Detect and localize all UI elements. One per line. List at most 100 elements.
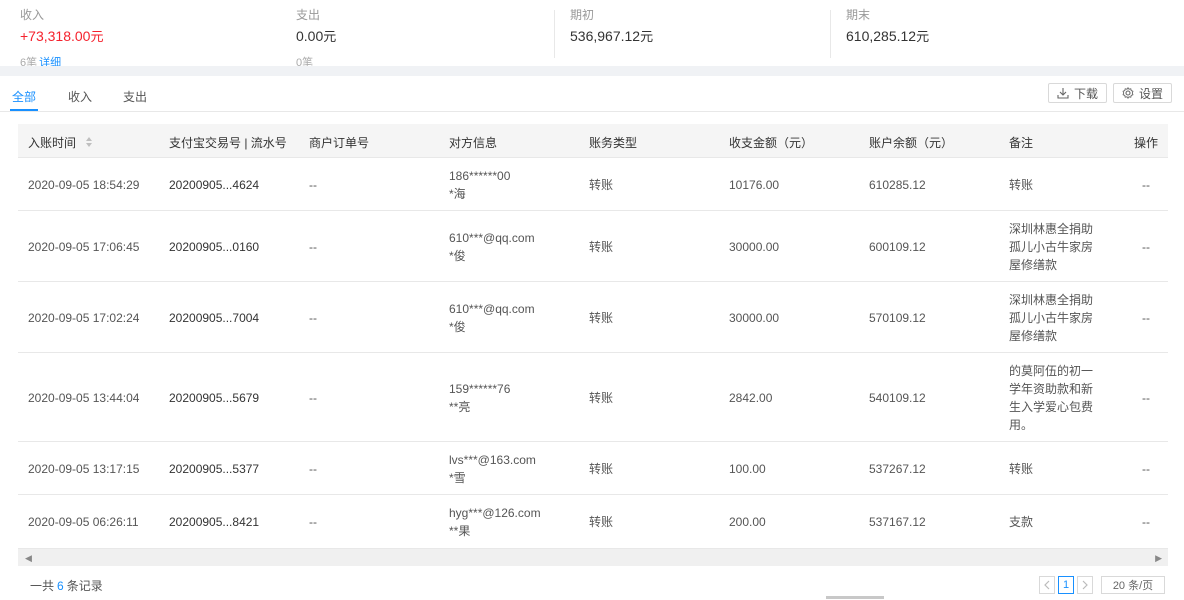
cell-order-no: -- — [309, 240, 317, 254]
cell-time: 2020-09-05 17:06:45 — [28, 240, 140, 254]
cell-remark: 深圳林惠全捐助孤儿小古牛家房屋修缮款 — [1009, 222, 1094, 272]
cell-amount: 100.00 — [729, 462, 766, 476]
cell-counterparty: hyg***@126.com **果 — [449, 506, 541, 538]
next-page-button[interactable] — [1077, 576, 1093, 594]
summary-bar: 收入 +73,318.00元 6笔 详细 支出 0.00元 0笔 期初 536,9… — [0, 0, 1184, 66]
page-size-select[interactable]: 20 条/页 — [1101, 576, 1165, 594]
section-gap — [0, 66, 1184, 76]
cell-trade-no: 20200905...7004 — [169, 311, 260, 325]
cell-amount: 10176.00 — [729, 178, 780, 192]
cell-remark: 的莫阿伍的初一学年资助款和新生入学爱心包费用。 — [1009, 364, 1094, 432]
income-label: 收入 — [20, 8, 45, 22]
scroll-left-icon[interactable]: ◀ — [25, 553, 32, 564]
scroll-right-icon[interactable]: ▶ — [1155, 553, 1162, 564]
column-header-counterparty: 对方信息 — [449, 136, 498, 150]
cell-time: 2020-09-05 06:26:11 — [28, 515, 139, 529]
horizontal-scrollbar[interactable]: ◀ ▶ — [18, 548, 1168, 566]
cell-remark: 支款 — [1009, 515, 1034, 529]
cell-action: -- — [1142, 515, 1150, 529]
cell-amount: 30000.00 — [729, 311, 780, 325]
column-header-action: 操作 — [1134, 136, 1159, 150]
table-row: 2020-09-05 17:02:24 20200905...7004 -- 6… — [18, 282, 1168, 353]
tab-expense[interactable]: 支出 — [123, 88, 147, 105]
cell-balance: 600109.12 — [869, 240, 926, 254]
table-header: 入账时间 支付宝交易号 | 流水号 商户订单号 对方信息 账务类型 收支金额（元… — [18, 124, 1168, 158]
cell-balance: 537267.12 — [869, 462, 926, 476]
table-row: 2020-09-05 13:44:04 20200905...5679 -- 1… — [18, 353, 1168, 442]
cell-balance: 537167.12 — [869, 515, 926, 529]
table-row: 2020-09-05 13:17:15 20200905...5377 -- l… — [18, 442, 1168, 495]
cell-order-no: -- — [309, 391, 317, 405]
sort-icon[interactable] — [85, 136, 93, 151]
column-header-balance: 账户余额（元） — [869, 136, 954, 150]
tab-active-indicator — [10, 109, 38, 111]
opening-label: 期初 — [570, 8, 595, 22]
cell-action: -- — [1142, 240, 1150, 254]
cell-balance: 570109.12 — [869, 311, 926, 325]
page-number-button[interactable]: 1 — [1058, 576, 1074, 594]
column-header-type: 账务类型 — [589, 136, 638, 150]
table-row: 2020-09-05 18:54:29 20200905...4624 -- 1… — [18, 158, 1168, 211]
cell-amount: 30000.00 — [729, 240, 780, 254]
cell-type: 转账 — [589, 515, 614, 529]
prev-page-button[interactable] — [1039, 576, 1055, 594]
cell-trade-no: 20200905...5679 — [169, 391, 260, 405]
cell-time: 2020-09-05 13:44:04 — [28, 391, 140, 405]
cell-counterparty: lvs***@163.com *雪 — [449, 453, 536, 485]
cell-counterparty: 610***@qq.com *俊 — [449, 302, 535, 334]
cell-balance: 540109.12 — [869, 391, 926, 405]
summary-divider — [554, 10, 555, 58]
cell-time: 2020-09-05 17:02:24 — [28, 311, 140, 325]
opening-value: 536,967.12元 — [570, 28, 654, 44]
table-row: 2020-09-05 06:26:11 20200905...8421 -- h… — [18, 495, 1168, 548]
tab-bar: 全部 收入 支出 下载 设置 — [0, 76, 1184, 112]
expense-count: 0笔 — [296, 57, 314, 66]
cell-remark: 深圳林惠全捐助孤儿小古牛家房屋修缮款 — [1009, 293, 1094, 343]
total-records: 一共 6 条记录 — [30, 579, 103, 593]
download-label: 下载 — [1074, 86, 1099, 101]
tab-income[interactable]: 收入 — [68, 88, 92, 105]
expense-label: 支出 — [296, 8, 321, 22]
cell-type: 转账 — [589, 178, 614, 192]
cell-amount: 2842.00 — [729, 391, 773, 405]
cell-time: 2020-09-05 18:54:29 — [28, 178, 140, 192]
download-button[interactable]: 下载 — [1048, 83, 1108, 103]
chevron-right-icon — [1082, 580, 1088, 590]
download-icon — [1057, 88, 1069, 99]
column-header-time[interactable]: 入账时间 — [28, 134, 93, 151]
cell-counterparty: 610***@qq.com *俊 — [449, 231, 535, 263]
settings-label: 设置 — [1139, 86, 1164, 101]
cell-type: 转账 — [589, 240, 614, 254]
cell-remark: 转账 — [1009, 462, 1034, 476]
income-detail-link[interactable]: 详细 — [39, 57, 61, 66]
cell-remark: 转账 — [1009, 178, 1034, 192]
page-scroll-thumb[interactable] — [826, 596, 884, 599]
table-row: 2020-09-05 17:06:45 20200905...0160 -- 6… — [18, 211, 1168, 282]
chevron-left-icon — [1044, 580, 1050, 590]
column-header-trade-no: 支付宝交易号 | 流水号 — [169, 136, 287, 150]
income-value: +73,318.00元 — [20, 28, 104, 44]
income-count: 6笔 详细 — [20, 54, 61, 66]
closing-value: 610,285.12元 — [846, 28, 930, 44]
cell-amount: 200.00 — [729, 515, 766, 529]
cell-type: 转账 — [589, 311, 614, 325]
cell-action: -- — [1142, 391, 1150, 405]
cell-type: 转账 — [589, 462, 614, 476]
cell-order-no: -- — [309, 178, 317, 192]
summary-divider — [830, 10, 831, 58]
tab-all[interactable]: 全部 — [12, 88, 36, 105]
gear-icon — [1122, 87, 1134, 99]
settings-button[interactable]: 设置 — [1113, 83, 1173, 103]
column-header-order-no: 商户订单号 — [309, 136, 370, 150]
cell-order-no: -- — [309, 515, 317, 529]
cell-action: -- — [1142, 311, 1150, 325]
column-header-amount: 收支金额（元） — [729, 136, 814, 150]
cell-type: 转账 — [589, 391, 614, 405]
cell-counterparty: 159******76 **亮 — [449, 382, 511, 414]
cell-balance: 610285.12 — [869, 178, 926, 192]
expense-value: 0.00元 — [296, 28, 337, 44]
cell-action: -- — [1142, 462, 1150, 476]
cell-trade-no: 20200905...5377 — [169, 462, 260, 476]
cell-order-no: -- — [309, 311, 317, 325]
cell-counterparty: 186******00 *海 — [449, 169, 511, 201]
